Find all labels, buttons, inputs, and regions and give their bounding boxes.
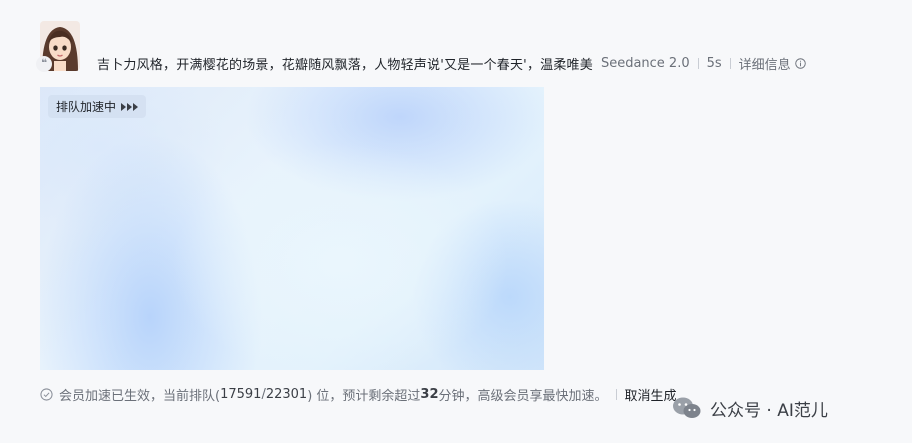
divider bbox=[729, 57, 731, 69]
divider bbox=[697, 57, 699, 69]
quote-icon: ❝ bbox=[36, 56, 52, 72]
play-arrows-icon bbox=[121, 102, 139, 111]
queue-total: 22301 bbox=[265, 386, 308, 402]
queue-status-badge: 排队加速中 bbox=[48, 95, 147, 118]
status-text-part3: 分钟，高级会员享最快加速。 bbox=[438, 388, 608, 404]
queue-status-row: 会员加速已生效，当前排队(17591/22301) 位，预计剩余超过 32 分钟… bbox=[40, 384, 677, 404]
model-name: Seedance 2.0 bbox=[600, 55, 690, 71]
status-text-part2: ) 位，预计剩余超过 bbox=[307, 388, 421, 404]
duration: 5s bbox=[706, 55, 722, 71]
divider bbox=[615, 388, 617, 400]
watermark: 公众号 · AI范儿 bbox=[672, 394, 828, 422]
video-preview[interactable]: 排队加速中 bbox=[40, 87, 544, 370]
prompt-row: 吉卜力风格，开满樱花的场景，花瓣随风飘落，人物轻声说'又是一个春天'，温柔唯美 … bbox=[97, 52, 806, 74]
wechat-logo-icon bbox=[673, 397, 701, 418]
status-text-part1: 会员加速已生效，当前排队( bbox=[59, 388, 221, 404]
cancel-generation-button[interactable]: 取消生成 bbox=[625, 385, 677, 404]
detail-info-link[interactable]: 详细信息 bbox=[739, 54, 806, 73]
check-circle-icon bbox=[40, 387, 53, 401]
detail-info-label: 详细信息 bbox=[738, 57, 791, 73]
queue-position: 17591 bbox=[220, 386, 262, 402]
remaining-minutes: 32 bbox=[420, 386, 439, 402]
prompt-text: 吉卜力风格，开满樱花的场景，花瓣随风飘落，人物轻声说'又是一个春天'，温柔唯美 bbox=[97, 57, 593, 73]
info-icon bbox=[794, 57, 806, 69]
queue-status-label: 排队加速中 bbox=[56, 100, 117, 114]
watermark-text: 公众号 · AI范儿 bbox=[710, 400, 828, 421]
